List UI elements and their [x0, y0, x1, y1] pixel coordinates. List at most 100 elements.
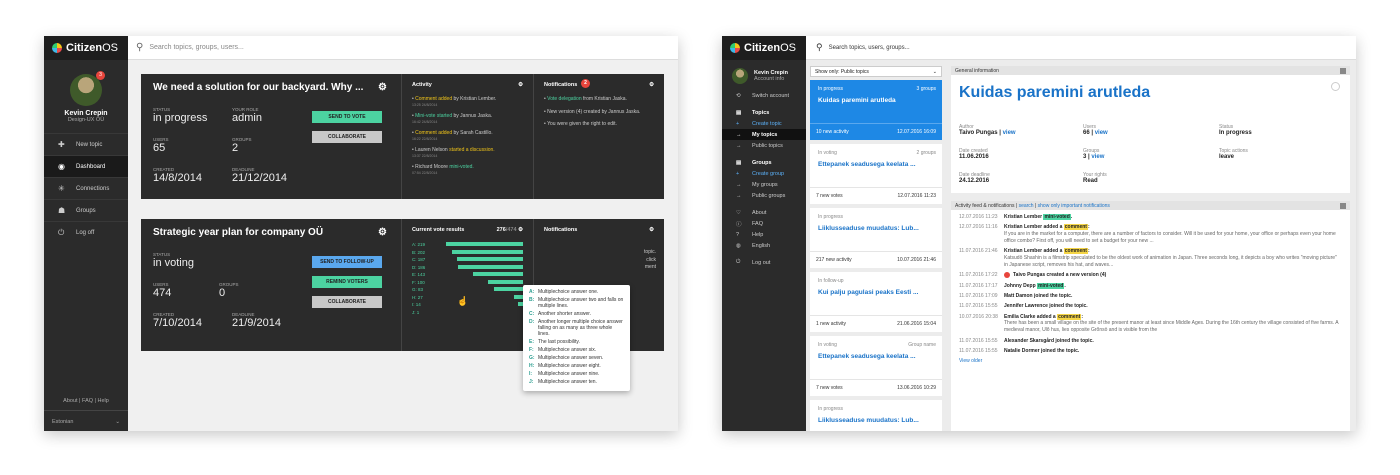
- vote-bar[interactable]: [446, 242, 523, 247]
- sidebar-item-connections[interactable]: ✳ Connections: [44, 177, 128, 199]
- nav-label: Log out: [752, 259, 771, 266]
- gear-icon[interactable]: ⚙: [378, 227, 387, 238]
- vote-bar[interactable]: [487, 279, 523, 284]
- gear-icon[interactable]: ⚙: [649, 227, 654, 233]
- vote-bar[interactable]: [493, 287, 523, 292]
- sidebar-item-create-topic[interactable]: + Create topic: [722, 118, 806, 129]
- collaborate-button[interactable]: COLLABORATE: [312, 296, 382, 308]
- search-input[interactable]: Search topics, groups, users...: [149, 44, 244, 51]
- sidebar-item-topics[interactable]: ▤ Topics: [722, 107, 806, 118]
- settings-icon[interactable]: [1331, 82, 1340, 91]
- view-older-link[interactable]: View older: [959, 358, 1342, 364]
- feed-highlight[interactable]: comment: [1057, 313, 1082, 320]
- topic-name[interactable]: Ettepanek seadusega keelata ...: [818, 353, 936, 360]
- sidebar-item-new-topic[interactable]: ✚ New topic: [44, 133, 128, 155]
- topic-card[interactable]: In voting Group name Ettepanek seadusega k…: [810, 336, 942, 396]
- topic-card[interactable]: In follow-up Kui palju pagulasi peaks Ees…: [810, 272, 942, 332]
- send-to-vote-button[interactable]: SEND TO VOTE: [312, 111, 382, 123]
- sidebar-item-log-off[interactable]: ⏻ Log off: [44, 221, 128, 243]
- sidebar-item-public-groups[interactable]: → Public groups: [722, 190, 806, 201]
- feed-comment: If you are in the market for a computer,…: [1004, 231, 1336, 244]
- sidebar-item-create-group[interactable]: + Create group: [722, 168, 806, 179]
- dashboard-screenshot: Citizen OS 3 Kevin Crepin Design-UX OÜ ✚ N…: [44, 36, 678, 431]
- feed-highlight[interactable]: mini-voted: [1037, 282, 1065, 289]
- sidebar-item-groups[interactable]: ☗ Groups: [44, 199, 128, 221]
- feed-headline: Taivo Pungas created a new version (4): [1004, 272, 1106, 278]
- sidebar-item-about[interactable]: ♡ About: [722, 207, 806, 218]
- sidebar-item-groups[interactable]: ▤ Groups: [722, 157, 806, 168]
- gear-icon[interactable]: ⚙: [518, 227, 523, 233]
- topic-title[interactable]: Strategic year plan for company OÜ: [153, 227, 323, 238]
- app-logo[interactable]: Citizen OS: [44, 36, 128, 60]
- feed-highlight[interactable]: mini-voted: [1043, 214, 1071, 220]
- feed-search-link[interactable]: search: [1019, 203, 1034, 209]
- topic-date: 13.06.2016 10:29: [897, 385, 936, 391]
- vote-bar[interactable]: [451, 249, 523, 254]
- topic-card[interactable]: In progress 3 groups Kuidas paremini arutl…: [810, 80, 942, 140]
- gear-icon[interactable]: ⚙: [378, 82, 387, 93]
- activity-actor[interactable]: Comment added: [415, 130, 452, 136]
- gear-icon[interactable]: ⚙: [518, 82, 523, 88]
- search-bar[interactable]: ⚲ Search topics, users, groups...: [806, 36, 1356, 60]
- topic-card[interactable]: In progress Liiklusseaduse muudatus: Lub.…: [810, 400, 942, 431]
- collapse-icon[interactable]: [1340, 67, 1346, 74]
- activity-actor[interactable]: Mini-vote started: [415, 113, 452, 119]
- topic-filter-select[interactable]: Show only: Public topics ⌄: [810, 66, 942, 77]
- topic-name[interactable]: Kui palju pagulasi peaks Eesti ...: [818, 289, 936, 296]
- vote-bar[interactable]: [472, 272, 523, 277]
- topic-name[interactable]: Liiklusseaduse muudatus: Lub...: [818, 417, 936, 424]
- vote-bar[interactable]: [457, 257, 523, 262]
- sidebar-item-public-topics[interactable]: → Public topics: [722, 140, 806, 151]
- app-logo[interactable]: Citizen OS: [722, 36, 806, 60]
- answer-item: J: Multiplechoice answer ten.: [529, 379, 624, 385]
- search-bar[interactable]: ⚲ Search topics, groups, users...: [128, 36, 678, 60]
- remind-voters-button[interactable]: REMIND VOTERS: [312, 276, 382, 288]
- sidebar-item-faq[interactable]: ⓘ FAQ: [722, 218, 806, 229]
- collaborate-button[interactable]: COLLABORATE: [312, 131, 382, 143]
- activity-actor[interactable]: Comment added: [415, 96, 452, 102]
- feed-highlight[interactable]: comment: [1063, 248, 1088, 255]
- leave-link[interactable]: leave: [1219, 154, 1248, 160]
- language-select[interactable]: Estonian ⌄: [44, 410, 128, 425]
- bar-value-label: 27: [417, 294, 423, 300]
- bar-value-label: 202: [417, 249, 426, 255]
- topic-name[interactable]: Ettepanek seadusega keelata ...: [818, 161, 936, 168]
- feed-text-post: :: [1081, 313, 1083, 320]
- vote-bar[interactable]: [513, 294, 523, 299]
- sidebar-item-my-topics[interactable]: → My topics: [722, 129, 806, 140]
- sidebar-item-help[interactable]: ? Help: [722, 229, 806, 240]
- vote-bar[interactable]: [457, 264, 523, 269]
- bar-value-label: 100: [417, 279, 425, 285]
- topic-name[interactable]: Liiklusseaduse muudatus: Lub...: [818, 225, 936, 232]
- sidebar-item-english[interactable]: ◍ English: [722, 240, 806, 251]
- nav-icon: +: [736, 120, 740, 127]
- notification-link[interactable]: Vote delegation: [547, 96, 581, 102]
- topic-title[interactable]: We need a solution for our backyard. Why…: [153, 82, 363, 93]
- search-input[interactable]: Search topics, users, groups...: [829, 45, 910, 51]
- sidebar-item-dashboard[interactable]: ◉ Dashboard: [44, 155, 128, 177]
- sidebar-item-my-groups[interactable]: → My groups: [722, 179, 806, 190]
- vote-bar-row: F: 100: [412, 279, 523, 287]
- author-view-link[interactable]: view: [1003, 130, 1016, 136]
- sidebar-item-switch-account[interactable]: ⟲ Switch account: [722, 90, 806, 101]
- send-to-follow-up-button[interactable]: SEND TO FOLLOW-UP: [312, 256, 382, 268]
- nav-label: FAQ: [752, 220, 764, 227]
- topic-name[interactable]: Kuidas paremini arutleda: [818, 97, 936, 104]
- collapse-icon[interactable]: [1340, 202, 1346, 209]
- topic-card[interactable]: In progress Liiklusseaduse muudatus: Lub.…: [810, 208, 942, 268]
- sidebar-item-log-out[interactable]: ⏻ Log out: [722, 257, 806, 268]
- activity-item: • Mini-vote started by Jannus Jaska. 16:4…: [412, 113, 523, 124]
- feed-text: Taivo Pungas created a new version (4): [1013, 272, 1107, 279]
- footer-links[interactable]: About | FAQ | Help: [44, 398, 128, 404]
- nav-label: English: [752, 242, 771, 249]
- groups-view-link[interactable]: view: [1091, 154, 1104, 160]
- topic-card[interactable]: In voting 2 groups Ettepanek seadusega kee…: [810, 144, 942, 204]
- activity-feed-panel: Activity feed & notifications | search |…: [951, 201, 1350, 431]
- vote-bar-row: G: 83: [412, 286, 523, 294]
- gear-icon[interactable]: ⚙: [649, 82, 654, 88]
- important-filter-link[interactable]: show only important notifications: [1038, 203, 1110, 209]
- avatar[interactable]: 3: [70, 71, 105, 106]
- user-block[interactable]: Kevin Crepin Account info: [722, 60, 806, 90]
- feed-highlight[interactable]: comment: [1063, 224, 1088, 231]
- users-view-link[interactable]: view: [1095, 130, 1108, 136]
